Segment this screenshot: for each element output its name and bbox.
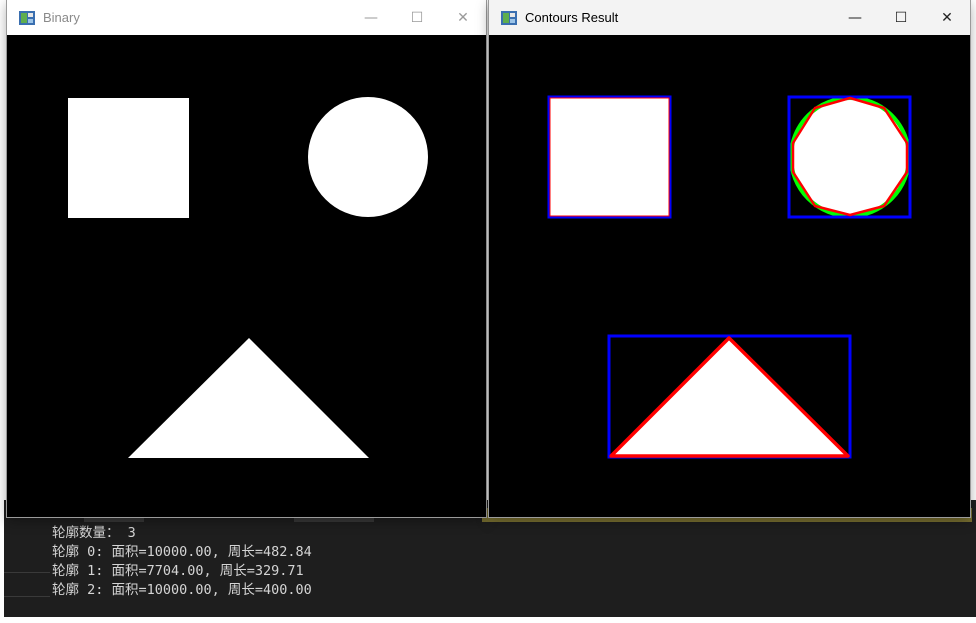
contours-window[interactable]: Contours Result — ☐ ✕ <box>489 0 970 517</box>
binary-image <box>7 36 486 517</box>
gutter-line <box>4 572 50 573</box>
close-button[interactable]: ✕ <box>440 0 486 35</box>
terminal-panel: 轮廓数量： 3 轮廓 0: 面积=10000.00, 周长=482.84 轮廓 … <box>4 500 976 617</box>
terminal-line-contour-2: 轮廓 2: 面积=10000.00, 周长=400.00 <box>52 582 312 598</box>
terminal-line-contour-1: 轮廓 1: 面积=7704.00, 周长=329.71 <box>52 563 304 579</box>
circle-shape <box>308 97 428 217</box>
window-title: Contours Result <box>525 10 619 25</box>
maximize-button[interactable]: ☐ <box>878 0 924 35</box>
close-button[interactable]: ✕ <box>924 0 970 35</box>
binary-titlebar[interactable]: Binary — ☐ ✕ <box>7 0 486 35</box>
contours-titlebar[interactable]: Contours Result — ☐ ✕ <box>489 0 970 35</box>
window-title: Binary <box>43 10 80 25</box>
binary-window[interactable]: Binary — ☐ ✕ <box>7 0 486 517</box>
minimize-button[interactable]: — <box>832 0 878 35</box>
terminal-line-count: 轮廓数量： 3 <box>52 525 136 541</box>
contours-image <box>489 36 970 517</box>
minimize-button[interactable]: — <box>348 0 394 35</box>
window-app-icon <box>501 10 517 25</box>
square-shape <box>68 98 189 218</box>
window-app-icon <box>19 10 35 25</box>
square-shape <box>550 98 671 218</box>
gutter-line <box>4 596 50 597</box>
terminal-line-contour-0: 轮廓 0: 面积=10000.00, 周长=482.84 <box>52 544 312 560</box>
maximize-button[interactable]: ☐ <box>394 0 440 35</box>
